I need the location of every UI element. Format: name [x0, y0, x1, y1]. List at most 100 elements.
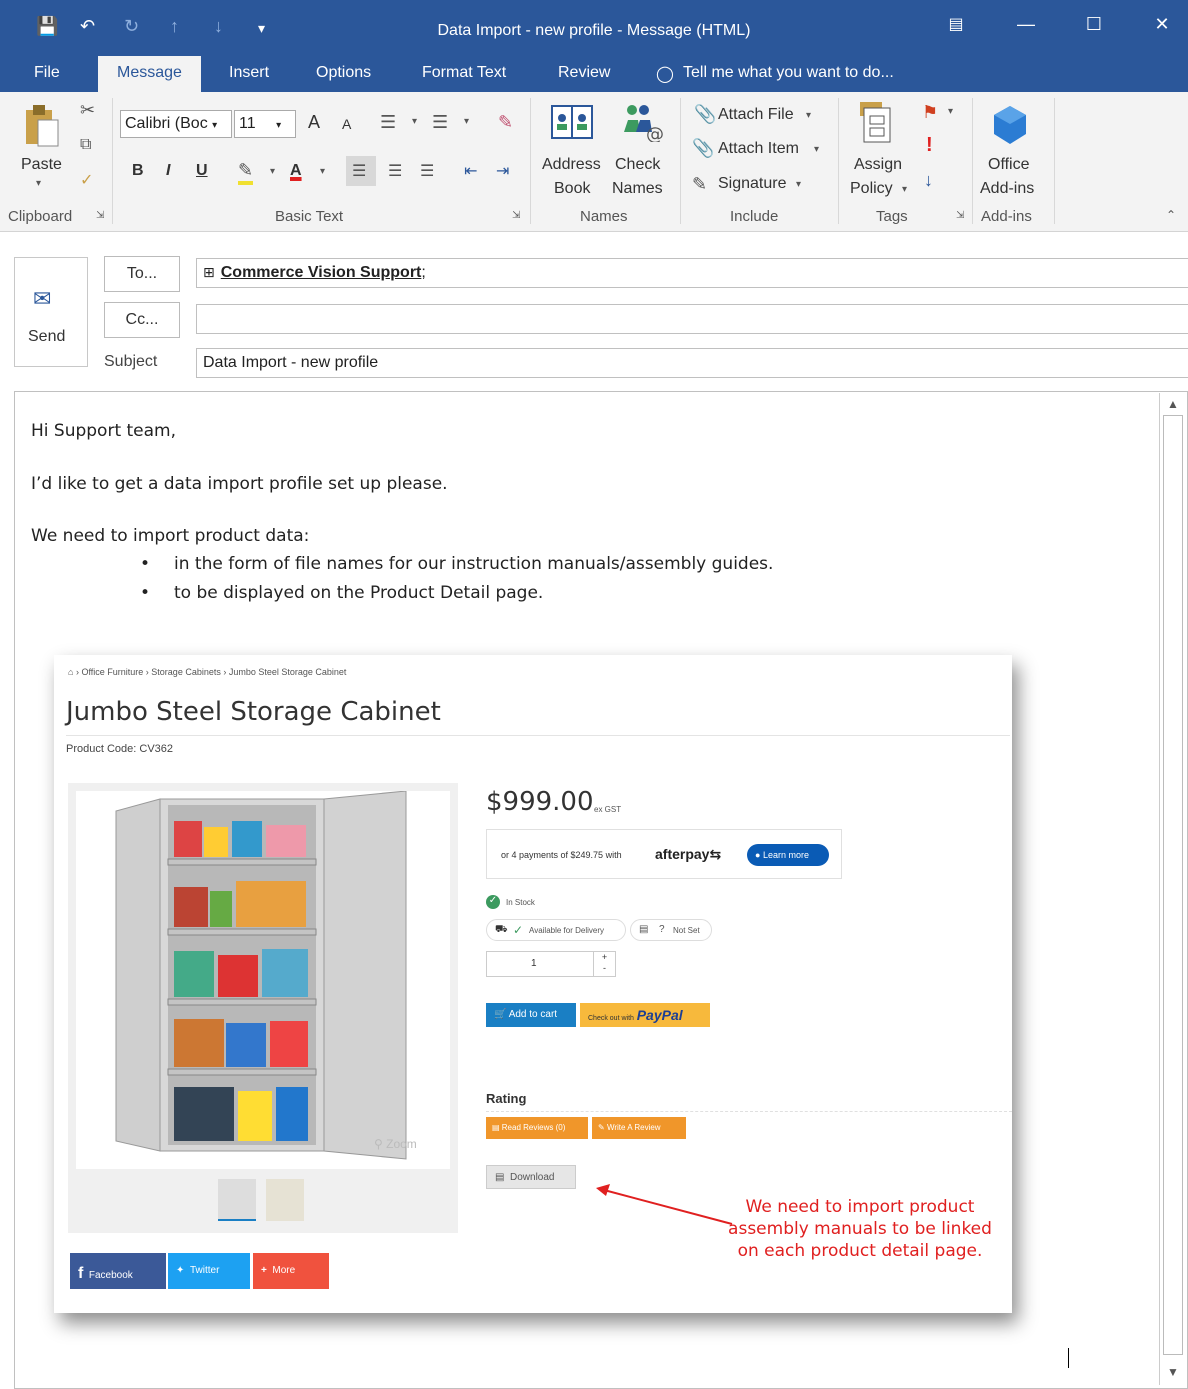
- follow-up-flag-icon[interactable]: ⚑: [922, 102, 938, 123]
- thumbnail-open[interactable]: [266, 1179, 304, 1221]
- title-divider: [66, 735, 1010, 736]
- basic-text-launcher-icon[interactable]: ⇲: [512, 210, 520, 221]
- numbering-dropdown-icon[interactable]: ▾: [464, 116, 469, 127]
- signature-button[interactable]: Signature: [718, 175, 787, 193]
- bold-button[interactable]: B: [132, 162, 144, 180]
- office-addins-label-2[interactable]: Add-ins: [980, 180, 1034, 198]
- clear-formatting-icon[interactable]: ✎: [498, 112, 513, 133]
- cc-field[interactable]: [196, 304, 1188, 334]
- send-button[interactable]: ✉ Send: [14, 257, 88, 367]
- assign-policy-dropdown-icon[interactable]: ▾: [902, 184, 907, 195]
- paste-icon[interactable]: [22, 102, 62, 148]
- address-book-label-2[interactable]: Book: [554, 180, 590, 198]
- tab-review[interactable]: Review: [558, 64, 610, 82]
- check-names-icon[interactable]: @: [620, 102, 664, 145]
- paste-button[interactable]: Paste: [21, 156, 62, 174]
- zoom-label[interactable]: ⚲ Zoom: [374, 1137, 417, 1151]
- tags-group-label: Tags: [876, 208, 908, 225]
- align-right-icon[interactable]: ☰: [420, 161, 434, 181]
- highlight-icon[interactable]: ✎: [238, 160, 254, 185]
- learn-more-button[interactable]: ● Learn more: [747, 844, 829, 866]
- shrink-font-button[interactable]: A: [342, 116, 351, 132]
- twitter-share-button[interactable]: ✦ Twitter: [168, 1253, 250, 1289]
- font-color-button[interactable]: A: [290, 162, 302, 180]
- office-addins-label-1[interactable]: Office: [988, 156, 1030, 174]
- minimize-button[interactable]: —: [1006, 14, 1046, 42]
- paste-dropdown-icon[interactable]: ▾: [36, 178, 41, 189]
- signature-icon: ✎: [692, 174, 708, 194]
- paypal-checkout-button[interactable]: Check out with PayPal: [580, 1003, 710, 1027]
- tell-me-search[interactable]: Tell me what you want to do...: [683, 64, 894, 82]
- write-review-label: Write A Review: [606, 1123, 661, 1132]
- scroll-thumb[interactable]: [1163, 415, 1183, 1355]
- assign-policy-label-2[interactable]: Policy: [850, 180, 893, 198]
- expand-recipient-icon[interactable]: ⊞: [203, 264, 215, 280]
- align-center-icon[interactable]: ☰: [388, 161, 402, 181]
- more-share-button[interactable]: + More: [253, 1253, 329, 1289]
- copy-icon[interactable]: ⧉: [80, 136, 91, 154]
- attach-file-button[interactable]: Attach File: [718, 106, 794, 124]
- numbering-icon[interactable]: ☰: [432, 112, 448, 133]
- write-review-button[interactable]: ✎ Write A Review: [592, 1117, 686, 1139]
- font-name-value: Calibri (Boc: [125, 115, 208, 132]
- check-names-label-2[interactable]: Names: [612, 180, 663, 198]
- check-names-label-1[interactable]: Check: [615, 156, 660, 174]
- read-reviews-button[interactable]: ▤ Read Reviews (0): [486, 1117, 588, 1139]
- font-size-select[interactable]: 11 ▾: [234, 110, 296, 138]
- font-name-select[interactable]: Calibri (Boc ▾: [120, 110, 232, 138]
- download-button[interactable]: ▤ Download: [486, 1165, 576, 1189]
- maximize-button[interactable]: ☐: [1074, 14, 1114, 42]
- underline-button[interactable]: U: [196, 162, 208, 180]
- follow-up-dropdown-icon[interactable]: ▾: [948, 106, 953, 117]
- tags-launcher-icon[interactable]: ⇲: [956, 210, 964, 221]
- assign-policy-label-1[interactable]: Assign: [854, 156, 902, 174]
- to-field[interactable]: ⊞ Commerce Vision Support;: [196, 258, 1188, 288]
- address-book-icon[interactable]: [550, 102, 594, 142]
- attach-file-dropdown-icon[interactable]: ▾: [806, 110, 811, 121]
- office-addins-icon[interactable]: [990, 104, 1030, 146]
- bullets-icon[interactable]: ☰: [380, 112, 396, 133]
- facebook-share-button[interactable]: f Facebook: [70, 1253, 166, 1289]
- increase-indent-icon[interactable]: ⇥: [496, 161, 509, 181]
- italic-button[interactable]: I: [166, 162, 170, 180]
- font-color-dropdown-icon[interactable]: ▾: [320, 166, 325, 177]
- high-importance-icon[interactable]: !: [926, 134, 933, 157]
- tab-message[interactable]: Message: [98, 56, 201, 92]
- close-button[interactable]: ✕: [1142, 14, 1182, 42]
- format-painter-icon[interactable]: ✓: [80, 170, 93, 190]
- signature-dropdown-icon[interactable]: ▾: [796, 179, 801, 190]
- cc-button[interactable]: Cc...: [104, 302, 180, 338]
- low-importance-icon[interactable]: ↓: [924, 170, 933, 191]
- subject-field[interactable]: Data Import - new profile: [196, 348, 1188, 378]
- collapse-ribbon-icon[interactable]: ⌃: [1166, 208, 1176, 222]
- vertical-scrollbar[interactable]: ▲ ▼: [1159, 393, 1187, 1385]
- address-book-label-1[interactable]: Address: [542, 156, 601, 174]
- attach-item-button[interactable]: Attach Item: [718, 140, 799, 158]
- highlight-dropdown-icon[interactable]: ▾: [270, 166, 275, 177]
- clipboard-launcher-icon[interactable]: ⇲: [96, 210, 104, 221]
- scroll-up-icon[interactable]: ▲: [1167, 397, 1179, 411]
- home-icon: ⌂: [68, 667, 74, 677]
- scroll-down-icon[interactable]: ▼: [1167, 1365, 1179, 1379]
- tab-file[interactable]: File: [34, 64, 60, 82]
- product-code: Product Code: CV362: [66, 743, 174, 755]
- ribbon-display-options-icon[interactable]: ▤: [936, 14, 976, 42]
- recipient-commerce-vision-support[interactable]: Commerce Vision Support: [221, 264, 422, 281]
- add-to-cart-button[interactable]: 🛒 Add to cart: [486, 1003, 576, 1027]
- bullets-dropdown-icon[interactable]: ▾: [412, 116, 417, 127]
- quantity-stepper[interactable]: 1 + -: [486, 951, 616, 977]
- tab-format-text[interactable]: Format Text: [422, 64, 506, 82]
- thumbnail-closed[interactable]: [218, 1179, 256, 1221]
- attach-item-dropdown-icon[interactable]: ▾: [814, 144, 819, 155]
- tab-insert[interactable]: Insert: [229, 64, 269, 82]
- quantity-spin-buttons[interactable]: + -: [593, 952, 615, 976]
- align-left-button[interactable]: ☰: [346, 156, 376, 186]
- decrease-indent-icon[interactable]: ⇤: [464, 161, 477, 181]
- grow-font-button[interactable]: A: [308, 112, 320, 133]
- in-stock-icon: ✓: [486, 895, 500, 909]
- assign-policy-icon[interactable]: [856, 100, 896, 146]
- to-button[interactable]: To...: [104, 256, 180, 292]
- tab-options[interactable]: Options: [316, 64, 371, 82]
- product-price: $999.00: [486, 787, 594, 817]
- cut-icon[interactable]: ✂: [80, 100, 95, 121]
